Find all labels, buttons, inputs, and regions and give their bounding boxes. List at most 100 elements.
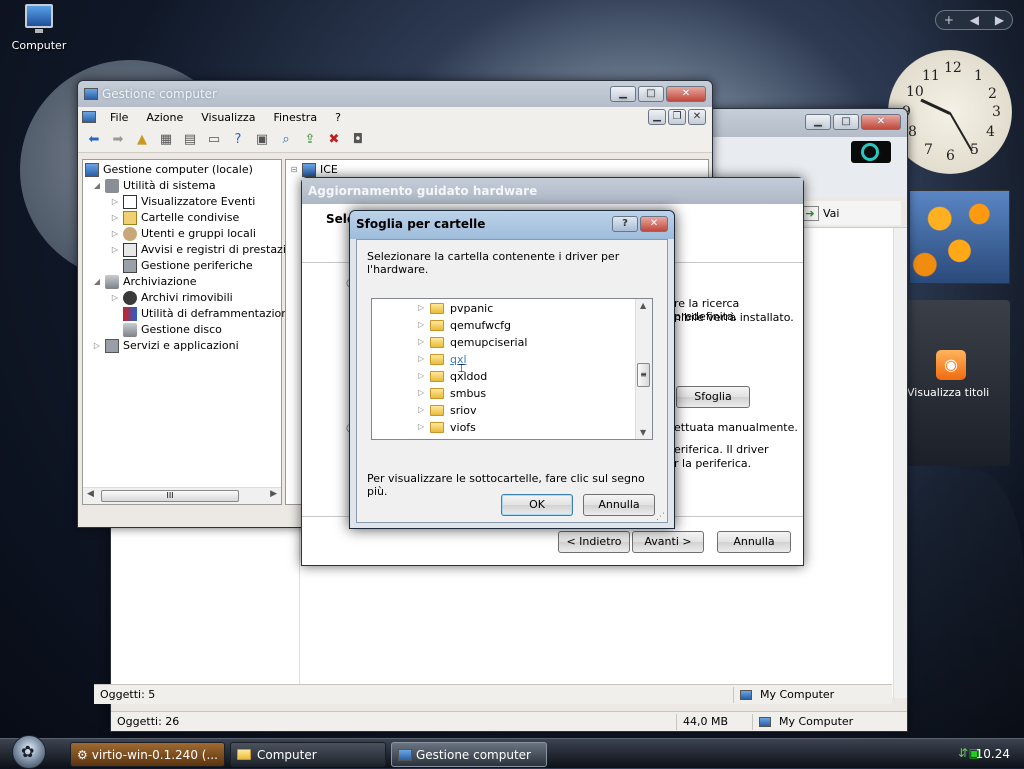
expand-icon[interactable]: ▷ xyxy=(418,422,424,431)
toolbar: ⬅ ➡ ▲ ▦ ▤ ▭ ? ▣ ⌕ ⇪ ✖ ◘ xyxy=(78,127,712,153)
maximize-button[interactable]: □ xyxy=(833,114,859,130)
network-icon[interactable]: ⇵ xyxy=(958,746,968,760)
help-button[interactable]: ? xyxy=(612,216,638,232)
horizontal-scrollbar[interactable]: ◀ III ▶ xyxy=(83,487,281,504)
scroll-up-icon[interactable]: ▲ xyxy=(640,301,646,310)
properties-icon[interactable]: ▤ xyxy=(180,130,200,150)
next-button[interactable]: Avanti > xyxy=(632,531,704,553)
clock-number: 2 xyxy=(988,86,997,102)
close-button[interactable]: ✕ xyxy=(640,216,668,232)
collapse-icon[interactable]: ◢ xyxy=(91,178,103,194)
menu-view[interactable]: Visualizza xyxy=(193,111,263,124)
scroll-right-icon[interactable]: ▶ xyxy=(270,489,277,499)
uninstall-icon[interactable]: ✖ xyxy=(324,130,344,150)
menu-window[interactable]: Finestra xyxy=(265,111,325,124)
tree-item[interactable]: ▷ Visualizzatore Eventi xyxy=(109,194,255,210)
menu-help[interactable]: ? xyxy=(327,111,349,124)
expand-icon[interactable]: ▷ xyxy=(418,320,424,329)
mdi-restore-button[interactable]: ❐ xyxy=(668,109,686,125)
scroll-thumb[interactable]: ≡ xyxy=(637,363,650,387)
folder-item[interactable]: qemupciserial xyxy=(430,334,527,351)
start-button[interactable]: ✿ xyxy=(12,735,46,769)
expand-icon[interactable]: ▷ xyxy=(418,388,424,397)
taskbar-item-virtio[interactable]: ⚙ virtio-win-0.1.240 (... xyxy=(70,742,225,767)
tray-clock[interactable]: 10.24 xyxy=(976,747,1010,761)
tree-item[interactable]: ▷ Servizi e applicazioni xyxy=(91,338,239,354)
maximize-button[interactable]: □ xyxy=(638,86,664,102)
disable-icon[interactable]: ◘ xyxy=(348,130,368,150)
folder-item[interactable]: smbus xyxy=(430,385,486,402)
prev-icon[interactable]: ◀ xyxy=(970,13,979,27)
tree-item[interactable]: Gestione disco xyxy=(123,322,222,338)
folder-item[interactable]: viofs xyxy=(430,419,476,436)
close-button[interactable]: ✕ xyxy=(861,114,901,130)
collapse-icon[interactable]: ⊟ xyxy=(288,162,300,178)
folder-item[interactable]: pvpanic xyxy=(430,300,493,317)
resize-grip-icon[interactable]: ⋰ xyxy=(656,512,665,522)
sidebar-controls[interactable]: + ◀ ▶ xyxy=(935,10,1013,30)
device-root[interactable]: ⊟ ICE xyxy=(288,162,338,178)
tree-item[interactable]: Gestione computer (locale) xyxy=(85,162,253,178)
mdi-close-button[interactable]: ✕ xyxy=(688,109,706,125)
taskbar-item-computer[interactable]: Computer xyxy=(230,742,386,767)
expand-icon[interactable]: ▷ xyxy=(418,371,424,380)
expand-icon[interactable]: ▷ xyxy=(109,226,121,242)
address-go[interactable]: ➔ Vai xyxy=(801,201,901,225)
collapse-icon[interactable]: ◢ xyxy=(91,274,103,290)
expand-icon[interactable]: ▷ xyxy=(418,405,424,414)
expand-icon[interactable]: ▷ xyxy=(418,303,424,312)
tree-item[interactable]: ▷ Utenti e gruppi locali xyxy=(109,226,256,242)
scroll-down-icon[interactable]: ▼ xyxy=(640,428,646,437)
taskbar-item-management[interactable]: Gestione computer xyxy=(391,742,547,767)
expand-icon[interactable]: ▷ xyxy=(109,290,121,306)
expand-icon[interactable]: ▷ xyxy=(109,194,121,210)
app-icon[interactable] xyxy=(82,111,96,123)
minimize-button[interactable]: ▁ xyxy=(805,114,831,130)
scroll-left-icon[interactable]: ◀ xyxy=(87,489,94,499)
folder-item[interactable]: sriov xyxy=(430,402,477,419)
folder-item[interactable]: qemufwcfg xyxy=(430,317,511,334)
show-tree-icon[interactable]: ▦ xyxy=(156,130,176,150)
vertical-scrollbar[interactable] xyxy=(893,228,907,698)
scan-hardware-icon[interactable]: ⌕ xyxy=(276,130,296,150)
expand-icon[interactable]: ▷ xyxy=(418,354,424,363)
vertical-scrollbar[interactable]: ▲ ≡ ▼ xyxy=(635,299,652,439)
add-gadget-icon[interactable]: + xyxy=(944,13,954,27)
slideshow-gadget[interactable] xyxy=(909,190,1010,284)
expand-icon[interactable]: ▷ xyxy=(91,338,103,354)
tree-item[interactable]: ▷ Archivi rimovibili xyxy=(109,290,233,306)
forward-arrow-icon[interactable]: ➡ xyxy=(108,130,128,150)
taskbar-item-label: virtio-win-0.1.240 (... xyxy=(91,747,218,762)
tree-item[interactable]: ▷ Cartelle condivise xyxy=(109,210,239,226)
help-icon[interactable]: ? xyxy=(228,130,248,150)
tree-item[interactable]: ◢ Utilità di sistema xyxy=(91,178,216,194)
folder-tree[interactable]: ▷ pvpanic ▷ qemufwcfg ▷ qemupciserial ▷ … xyxy=(371,298,653,440)
expand-icon[interactable]: ▷ xyxy=(109,210,121,226)
expand-icon[interactable]: ▷ xyxy=(109,242,121,258)
ok-button[interactable]: OK xyxy=(501,494,573,516)
defrag-icon xyxy=(123,307,137,321)
tree-item[interactable]: ◢ Archiviazione xyxy=(91,274,197,290)
menu-action[interactable]: Azione xyxy=(138,111,191,124)
cancel-button[interactable]: Annulla xyxy=(717,531,791,553)
view-icon[interactable]: ▣ xyxy=(252,130,272,150)
browse-button[interactable]: Sfoglia xyxy=(676,386,750,408)
back-button[interactable]: < Indietro xyxy=(558,531,630,553)
browse-folder-dialog[interactable]: Sfoglia per cartelle ? ✕ Selezionare la … xyxy=(349,210,675,529)
print-icon[interactable]: ▭ xyxy=(204,130,224,150)
cancel-button[interactable]: Annulla xyxy=(583,494,655,516)
scroll-thumb[interactable]: III xyxy=(101,490,239,502)
close-button[interactable]: ✕ xyxy=(666,86,706,102)
feeds-gadget[interactable]: ◉ Visualizza titoli xyxy=(903,300,1010,466)
minimize-button[interactable]: ▁ xyxy=(610,86,636,102)
menu-file[interactable]: File xyxy=(102,111,136,124)
up-folder-icon[interactable]: ▲ xyxy=(132,130,152,150)
mdi-minimize-button[interactable]: ▁ xyxy=(648,109,666,125)
tree-item[interactable]: Gestione periferiche xyxy=(123,258,253,274)
back-arrow-icon[interactable]: ⬅ xyxy=(84,130,104,150)
desktop-icon-computer[interactable]: Computer xyxy=(4,4,74,52)
tree-item[interactable]: ▷ Avvisi e registri di prestazioni xyxy=(109,242,303,258)
expand-icon[interactable]: ▷ xyxy=(418,337,424,346)
next-icon[interactable]: ▶ xyxy=(995,13,1004,27)
update-driver-icon[interactable]: ⇪ xyxy=(300,130,320,150)
